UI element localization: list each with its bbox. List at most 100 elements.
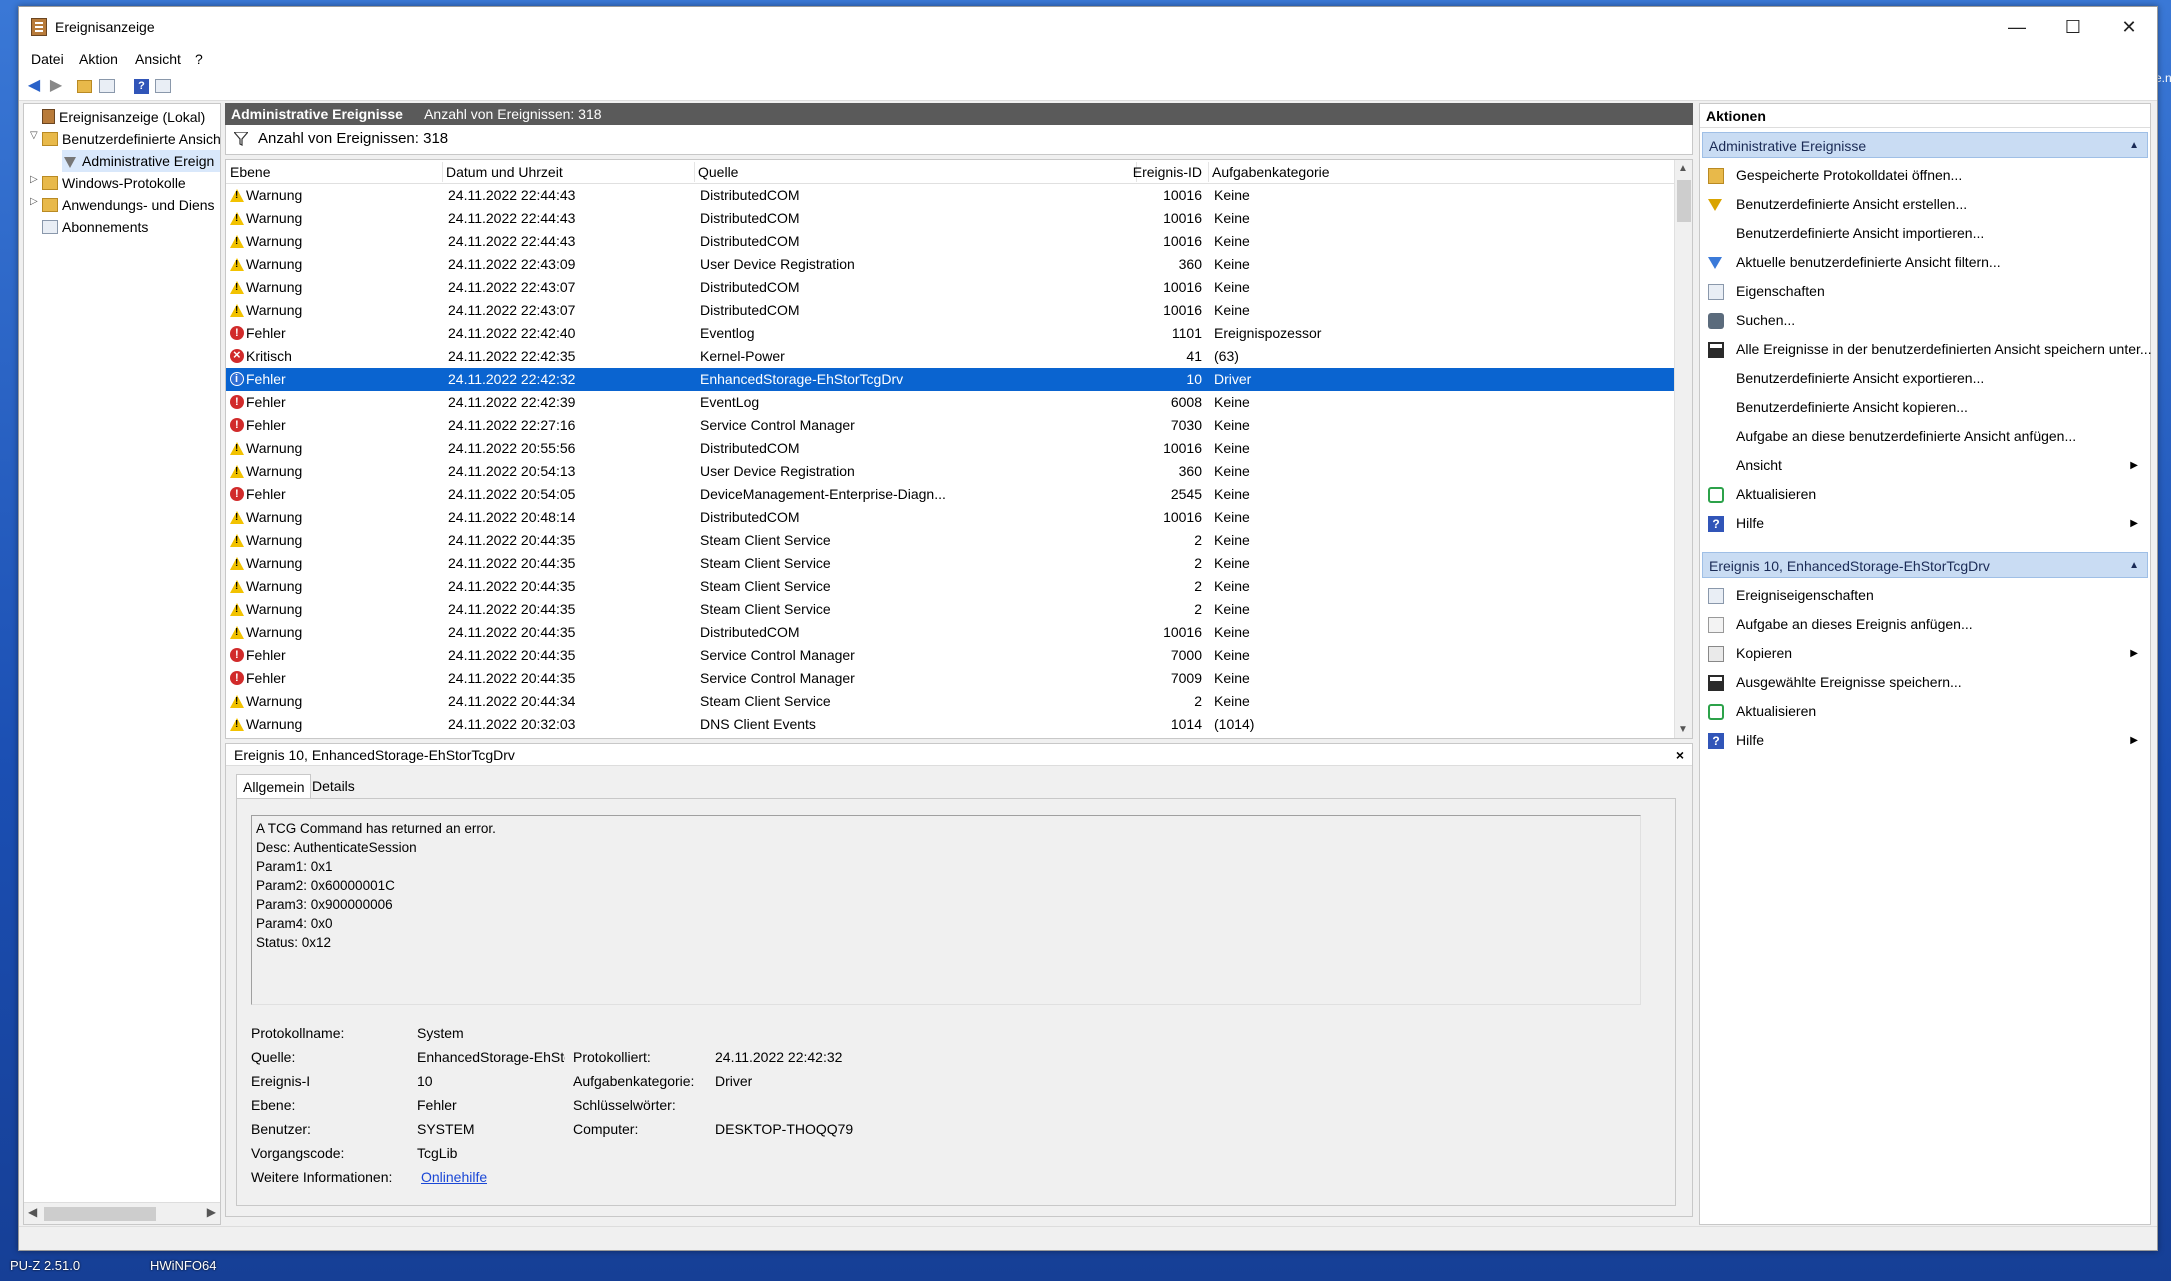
table-row[interactable]: Warnung24.11.2022 20:55:56DistributedCOM… [226,437,1674,460]
table-row[interactable]: Warnung24.11.2022 22:44:43DistributedCOM… [226,230,1674,253]
action-item[interactable]: Benutzerdefinierte Ansicht importieren..… [1700,219,2150,248]
actions-section-event[interactable]: Ereignis 10, EnhancedStorage-EhStorTcgDr… [1702,552,2148,578]
desktop-icon-label-cpuz[interactable]: PU-Z 2.51.0 [10,1258,80,1273]
tab-general[interactable]: Allgemein [236,774,312,799]
expand-chevron-icon[interactable]: ▷ [30,196,38,207]
column-header-level[interactable]: Ebene [226,160,442,184]
table-row[interactable]: Fehler24.11.2022 20:54:05DeviceManagemen… [226,483,1674,506]
action-item[interactable]: Aktualisieren [1700,480,2150,509]
scroll-down-icon[interactable]: ▼ [1678,724,1688,735]
table-row[interactable]: Fehler24.11.2022 20:44:35Service Control… [226,667,1674,690]
menu-aktion[interactable]: Aktion [79,51,118,67]
tree-item-custom-views[interactable]: Benutzerdefinierte Ansicht [42,128,220,150]
table-row[interactable]: Warnung24.11.2022 20:32:03DNS Client Eve… [226,713,1674,736]
table-row[interactable]: Warnung24.11.2022 22:43:09User Device Re… [226,253,1674,276]
action-item[interactable]: Alle Ereignisse in der benutzerdefiniert… [1700,335,2152,364]
action-item[interactable]: Ausgewählte Ereignisse speichern... [1700,668,2150,697]
cell-event-id: 1014 [1170,716,1202,732]
table-row[interactable]: Fehler24.11.2022 22:42:40Eventlog1101Ere… [226,322,1674,345]
tree-item-windows-logs[interactable]: Windows-Protokolle [42,172,220,194]
help-icon[interactable]: ? [134,79,149,94]
action-item[interactable]: Gespeicherte Protokolldatei öffnen... [1700,161,2150,190]
cell-event-id: 6008 [1170,394,1202,410]
action-item[interactable]: Aktualisieren [1700,697,2150,726]
action-item[interactable]: Eigenschaften [1700,277,2150,306]
collapse-caret-icon[interactable]: ▲ [2129,553,2139,579]
tree-item-administrative-events[interactable]: Administrative Ereign [62,150,220,172]
action-item[interactable]: ? Hilfe ▶ [1700,726,2150,755]
opcode-label: Vorgangscode: [251,1145,345,1161]
cell-task-category: Keine [1214,578,1250,594]
column-header-source[interactable]: Quelle [694,160,946,184]
table-row[interactable]: Warnung24.11.2022 20:44:35DistributedCOM… [226,621,1674,644]
action-item[interactable]: Aktuelle benutzerdefinierte Ansicht filt… [1700,248,2150,277]
warning-icon [230,258,244,271]
scrollbar-thumb[interactable] [44,1207,156,1221]
table-row[interactable]: Warnung24.11.2022 20:54:13User Device Re… [226,460,1674,483]
close-detail-button[interactable]: × [1676,744,1684,766]
table-row[interactable]: Fehler24.11.2022 22:42:32EnhancedStorage… [226,368,1674,391]
cell-level-text: Fehler [246,394,286,410]
cell-event-id: 2 [1194,555,1202,571]
table-row[interactable]: Warnung24.11.2022 20:44:35Steam Client S… [226,575,1674,598]
console-tree: Ereignisanzeige (Lokal) ▽ Benutzerdefini… [23,103,221,1225]
action-item[interactable]: Kopieren ▶ [1700,639,2150,668]
tab-details[interactable]: Details [306,774,361,798]
title-bar[interactable]: Ereignisanzeige — ☐ ✕ [19,7,2157,47]
tree-horizontal-scrollbar[interactable]: ◀ ▶ [24,1202,220,1224]
table-row[interactable]: Warnung24.11.2022 20:44:35Steam Client S… [226,598,1674,621]
action-item[interactable]: Benutzerdefinierte Ansicht kopieren... [1700,393,2150,422]
folder-icon [42,198,58,212]
column-header-date[interactable]: Datum und Uhrzeit [442,160,694,184]
scrollbar-thumb[interactable] [1677,180,1691,222]
action-item[interactable]: Aufgabe an dieses Ereignis anfügen... [1700,610,2150,639]
collapse-caret-icon[interactable]: ▲ [2129,133,2139,159]
table-row[interactable]: Fehler24.11.2022 22:27:16Service Control… [226,414,1674,437]
table-row[interactable]: Warnung24.11.2022 20:44:34Steam Client S… [226,690,1674,713]
expand-chevron-icon[interactable]: ▷ [30,174,38,185]
menu-ansicht[interactable]: Ansicht [135,51,181,67]
cell-level-text: Warnung [246,532,303,548]
scroll-right-icon[interactable]: ▶ [207,1205,216,1219]
actions-section-administrative-events[interactable]: Administrative Ereignisse ▲ [1702,132,2148,158]
collapse-chevron-icon[interactable]: ▽ [30,130,38,141]
column-header-event-id[interactable]: Ereignis-ID [946,160,1208,184]
show-hide-tree-icon[interactable] [99,79,115,93]
table-row[interactable]: Warnung24.11.2022 22:43:07DistributedCOM… [226,276,1674,299]
minimize-button[interactable]: — [1989,7,2045,47]
close-window-button[interactable]: ✕ [2101,7,2157,47]
action-item[interactable]: Benutzerdefinierte Ansicht erstellen... [1700,190,2150,219]
table-row[interactable]: Warnung24.11.2022 20:44:35Steam Client S… [226,529,1674,552]
tree-item-application-services-logs[interactable]: Anwendungs- und Diens [42,194,220,216]
action-item[interactable]: Ereigniseigenschaften [1700,581,2150,610]
scroll-up-icon[interactable]: ▲ [1678,163,1688,174]
online-help-link[interactable]: Onlinehilfe [421,1169,487,1185]
action-item[interactable]: Ansicht ▶ [1700,451,2150,480]
action-item[interactable]: Benutzerdefinierte Ansicht exportieren..… [1700,364,2150,393]
action-item[interactable]: Suchen... [1700,306,2150,335]
event-description[interactable]: A TCG Command has returned an error. Des… [251,815,1641,1005]
forward-arrow-icon[interactable]: ▶ [47,77,65,95]
tree-item-subscriptions[interactable]: Abonnements [42,216,220,238]
column-header-task-category[interactable]: Aufgabenkategorie [1208,160,1508,184]
table-row[interactable]: Fehler24.11.2022 20:44:35Service Control… [226,644,1674,667]
menu-datei[interactable]: Datei [31,51,64,67]
table-row[interactable]: Warnung24.11.2022 22:44:43DistributedCOM… [226,207,1674,230]
scroll-left-icon[interactable]: ◀ [28,1205,37,1219]
table-row[interactable]: Warnung24.11.2022 22:43:07DistributedCOM… [226,299,1674,322]
table-row[interactable]: Warnung24.11.2022 20:44:35Steam Client S… [226,552,1674,575]
show-hide-action-pane-icon[interactable] [155,79,171,93]
desktop-icon-label-hwinfo[interactable]: HWiNFO64 [150,1258,216,1273]
table-vertical-scrollbar[interactable]: ▲ ▼ [1674,160,1692,738]
menu-help[interactable]: ? [195,51,203,67]
back-arrow-icon[interactable]: ◀ [25,77,43,95]
maximize-button[interactable]: ☐ [2045,7,2101,47]
folder-up-icon[interactable] [77,80,92,93]
action-item[interactable]: Aufgabe an diese benutzerdefinierte Ansi… [1700,422,2150,451]
table-row[interactable]: Fehler24.11.2022 22:42:39EventLog6008Kei… [226,391,1674,414]
table-row[interactable]: Warnung24.11.2022 22:44:43DistributedCOM… [226,184,1674,207]
action-item[interactable]: ? Hilfe ▶ [1700,509,2150,538]
table-row[interactable]: Kritisch24.11.2022 22:42:35Kernel-Power4… [226,345,1674,368]
tree-item-event-viewer-local[interactable]: Ereignisanzeige (Lokal) [26,106,220,128]
table-row[interactable]: Warnung24.11.2022 20:48:14DistributedCOM… [226,506,1674,529]
